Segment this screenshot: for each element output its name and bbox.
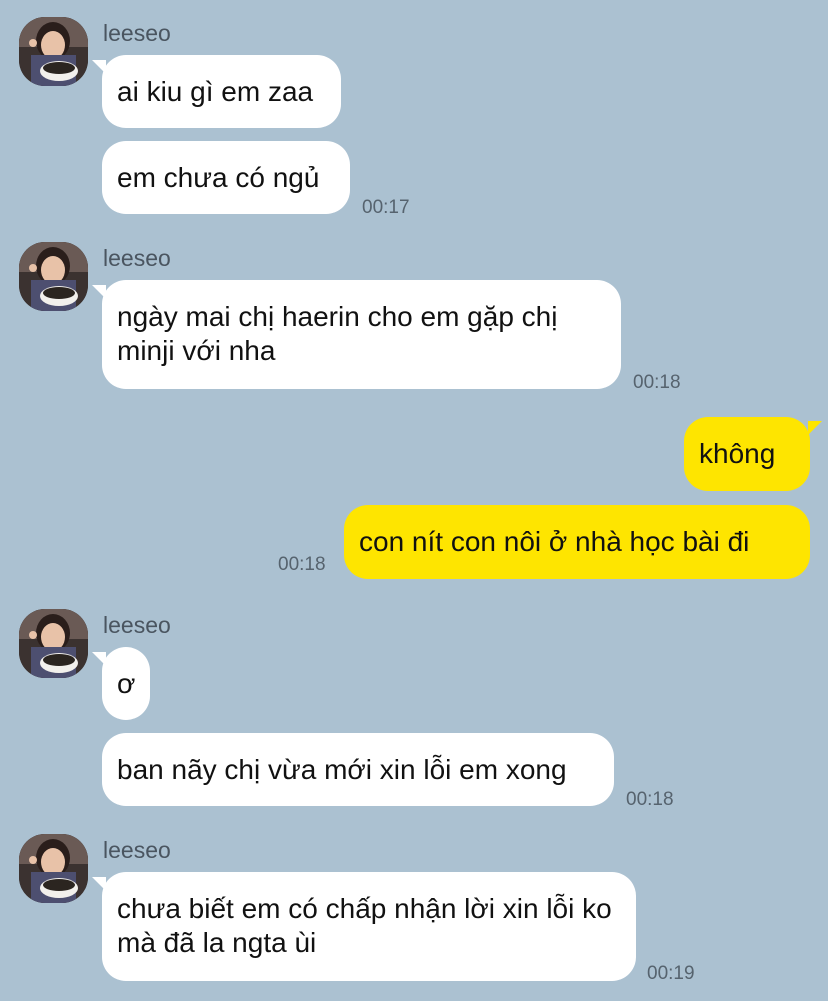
message-bubble-incoming[interactable]: ơ bbox=[102, 647, 150, 720]
message-bubble-incoming[interactable]: em chưa có ngủ bbox=[102, 141, 350, 214]
message-timestamp: 00:19 bbox=[647, 963, 695, 984]
avatar-photo-icon bbox=[19, 17, 88, 86]
bubble-tail bbox=[808, 421, 822, 435]
message-bubble-outgoing[interactable]: không bbox=[684, 417, 810, 491]
avatar-photo-icon bbox=[19, 834, 88, 903]
message-bubble-incoming[interactable]: ngày mai chị haerin cho em gặp chị minji… bbox=[102, 280, 621, 389]
sender-name: leeseo bbox=[103, 20, 171, 46]
avatar[interactable] bbox=[19, 17, 88, 86]
avatar-photo-icon bbox=[19, 609, 88, 678]
message-bubble-incoming[interactable]: ai kiu gì em zaa bbox=[102, 55, 341, 128]
avatar-photo-icon bbox=[19, 242, 88, 311]
message-bubble-incoming[interactable]: ban nãy chị vừa mới xin lỗi em xong bbox=[102, 733, 614, 806]
sender-name: leeseo bbox=[103, 245, 171, 271]
avatar[interactable] bbox=[19, 834, 88, 903]
sender-name: leeseo bbox=[103, 837, 171, 863]
message-timestamp: 00:18 bbox=[633, 372, 681, 393]
message-bubble-incoming[interactable]: chưa biết em có chấp nhận lời xin lỗi ko… bbox=[102, 872, 636, 981]
message-timestamp: 00:17 bbox=[362, 197, 410, 218]
sender-name: leeseo bbox=[103, 612, 171, 638]
avatar[interactable] bbox=[19, 242, 88, 311]
message-bubble-outgoing[interactable]: con nít con nôi ở nhà học bài đi bbox=[344, 505, 810, 579]
message-timestamp: 00:18 bbox=[278, 554, 326, 575]
chat-room: leeseo ai kiu gì em zaa em chưa có ngủ 0… bbox=[0, 0, 828, 1001]
avatar[interactable] bbox=[19, 609, 88, 678]
message-timestamp: 00:18 bbox=[626, 789, 674, 810]
